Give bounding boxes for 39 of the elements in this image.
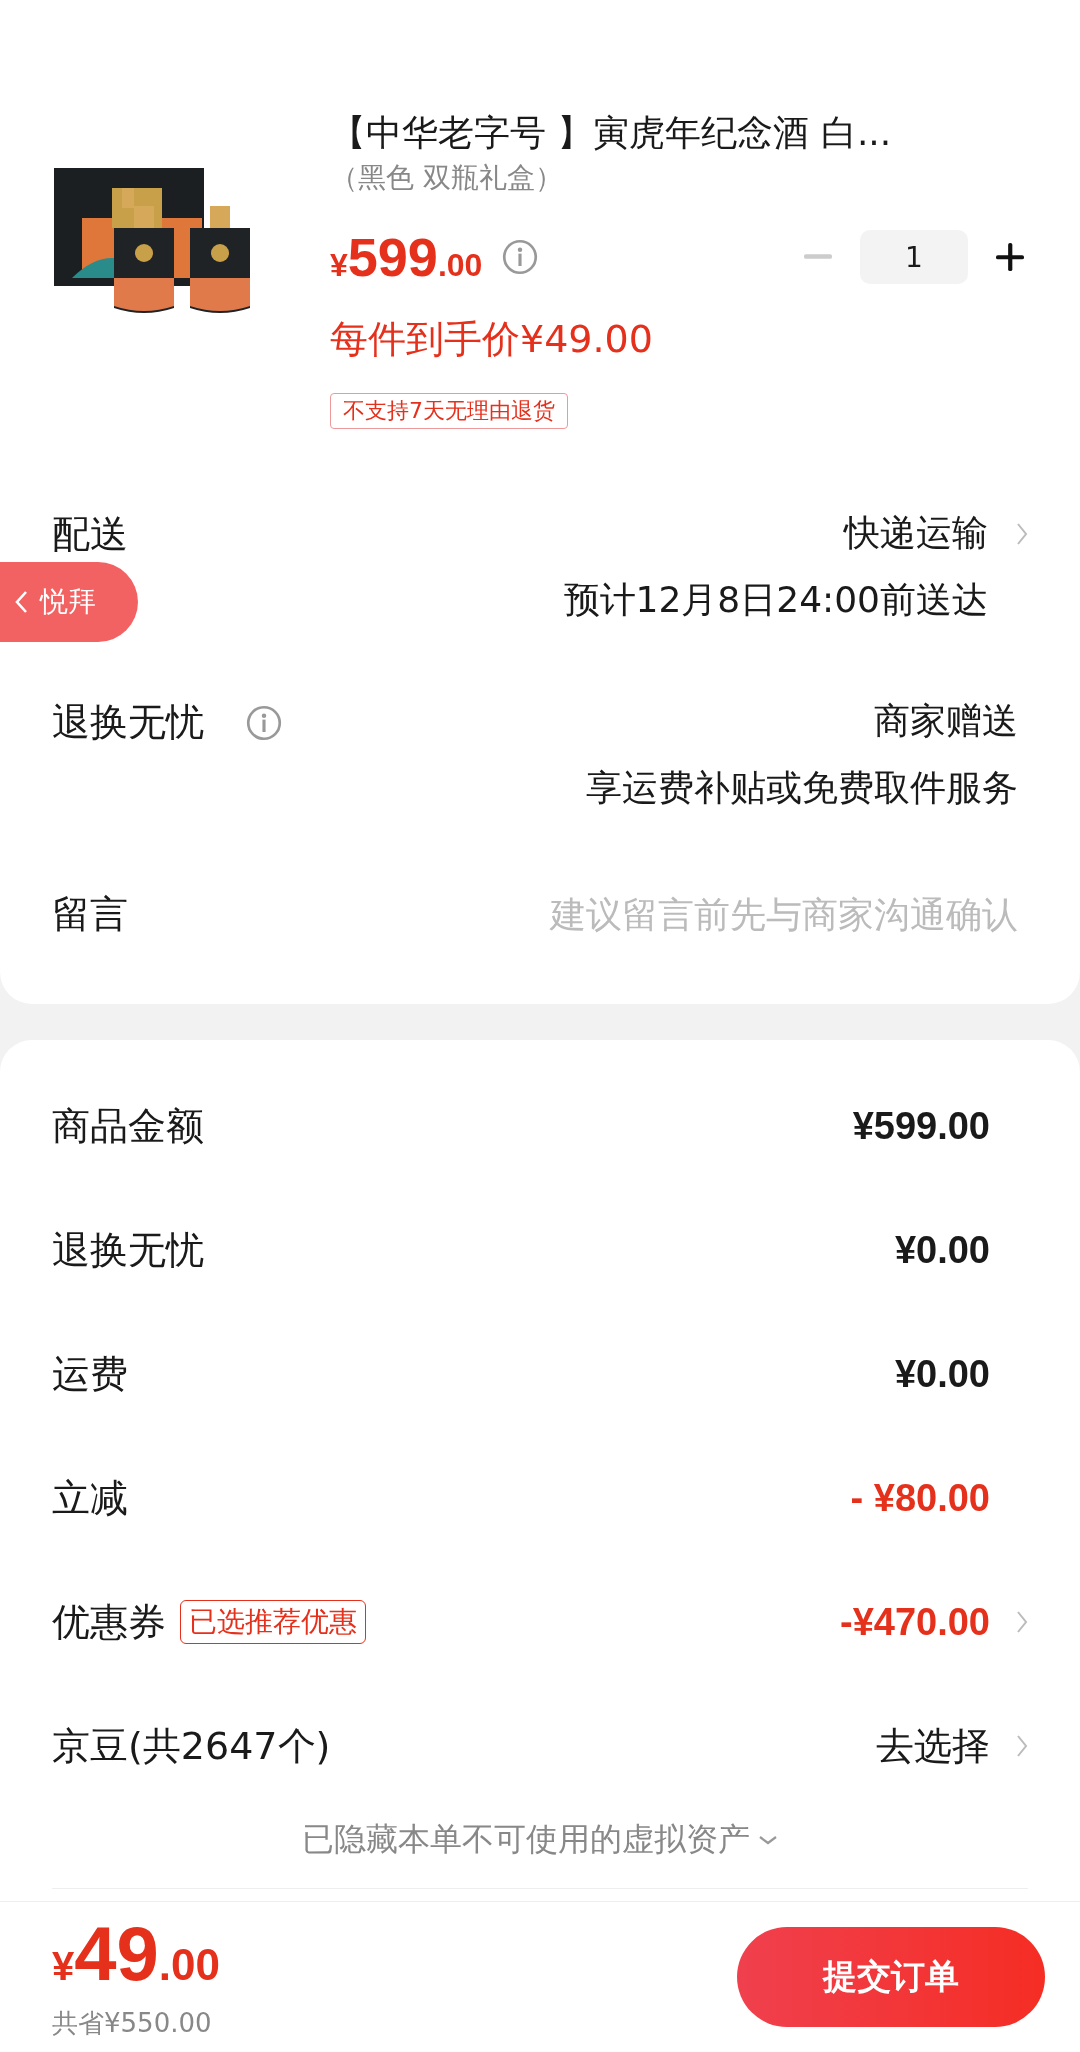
chevron-down-icon[interactable] <box>758 1835 778 1845</box>
return-policy-tag: 不支持7天无理由退货 <box>330 393 568 429</box>
hidden-assets-toggle[interactable]: 已隐藏本单不可使用的虚拟资产 <box>302 1818 750 1862</box>
summary-label: 退换无忧 <box>52 1226 204 1274</box>
return-value: 商家赠送 <box>874 699 1018 743</box>
delivery-label: 配送 <box>52 511 128 558</box>
return-note: 享运费补贴或免费取件服务 <box>586 766 1018 810</box>
submit-order-button[interactable]: 提交订单 <box>737 1927 1045 2027</box>
summary-label: 立减 <box>52 1474 128 1522</box>
total-price: ¥49.00 <box>52 1913 220 1998</box>
summary-value: ¥0.00 <box>894 1352 990 1396</box>
summary-label: 优惠券 <box>52 1598 166 1646</box>
message-field[interactable]: 建议留言前先与商家沟通确认 <box>418 894 1018 935</box>
chevron-icon <box>1016 521 1028 546</box>
chevron-icon <box>1016 1734 1028 1758</box>
plus-button[interactable] <box>996 243 1024 271</box>
info-icon[interactable] <box>246 704 282 741</box>
saved-amount: 共省¥550.00 <box>52 2006 213 2040</box>
product-title: 【中华老字号 】寅虎年纪念酒 白... <box>330 111 893 155</box>
summary-value: ¥0.00 <box>894 1228 990 1272</box>
summary-value: - ¥80.00 <box>850 1476 990 1520</box>
delivery-method[interactable]: 快递运输 <box>844 509 988 558</box>
info-icon[interactable] <box>502 239 539 275</box>
summary-label: 京豆(共2647个) <box>52 1722 331 1770</box>
summary-label: 商品金额 <box>52 1102 204 1150</box>
summary-value[interactable]: -¥470.00 <box>840 1600 990 1644</box>
summary-label: 运费 <box>52 1350 128 1398</box>
summary-value: ¥599.00 <box>852 1104 990 1148</box>
product-price: ¥599.00 <box>330 226 483 288</box>
back-badge[interactable]: 悦拜 <box>0 562 138 642</box>
final-price: 每件到手价¥49.00 <box>330 316 654 363</box>
chevron-icon <box>1016 1610 1028 1634</box>
return-label: 退换无忧 <box>52 699 204 746</box>
message-label: 留言 <box>52 891 128 938</box>
delivery-eta: 预计12月8日24:00前送达 <box>563 578 988 622</box>
summary-value[interactable]: 去选择 <box>876 1720 990 1772</box>
quantity-field[interactable]: 1 <box>860 230 968 284</box>
product-variant: （黑色 双瓶礼盒） <box>330 160 564 196</box>
coupon-tag: 已选推荐优惠 <box>180 1600 366 1644</box>
